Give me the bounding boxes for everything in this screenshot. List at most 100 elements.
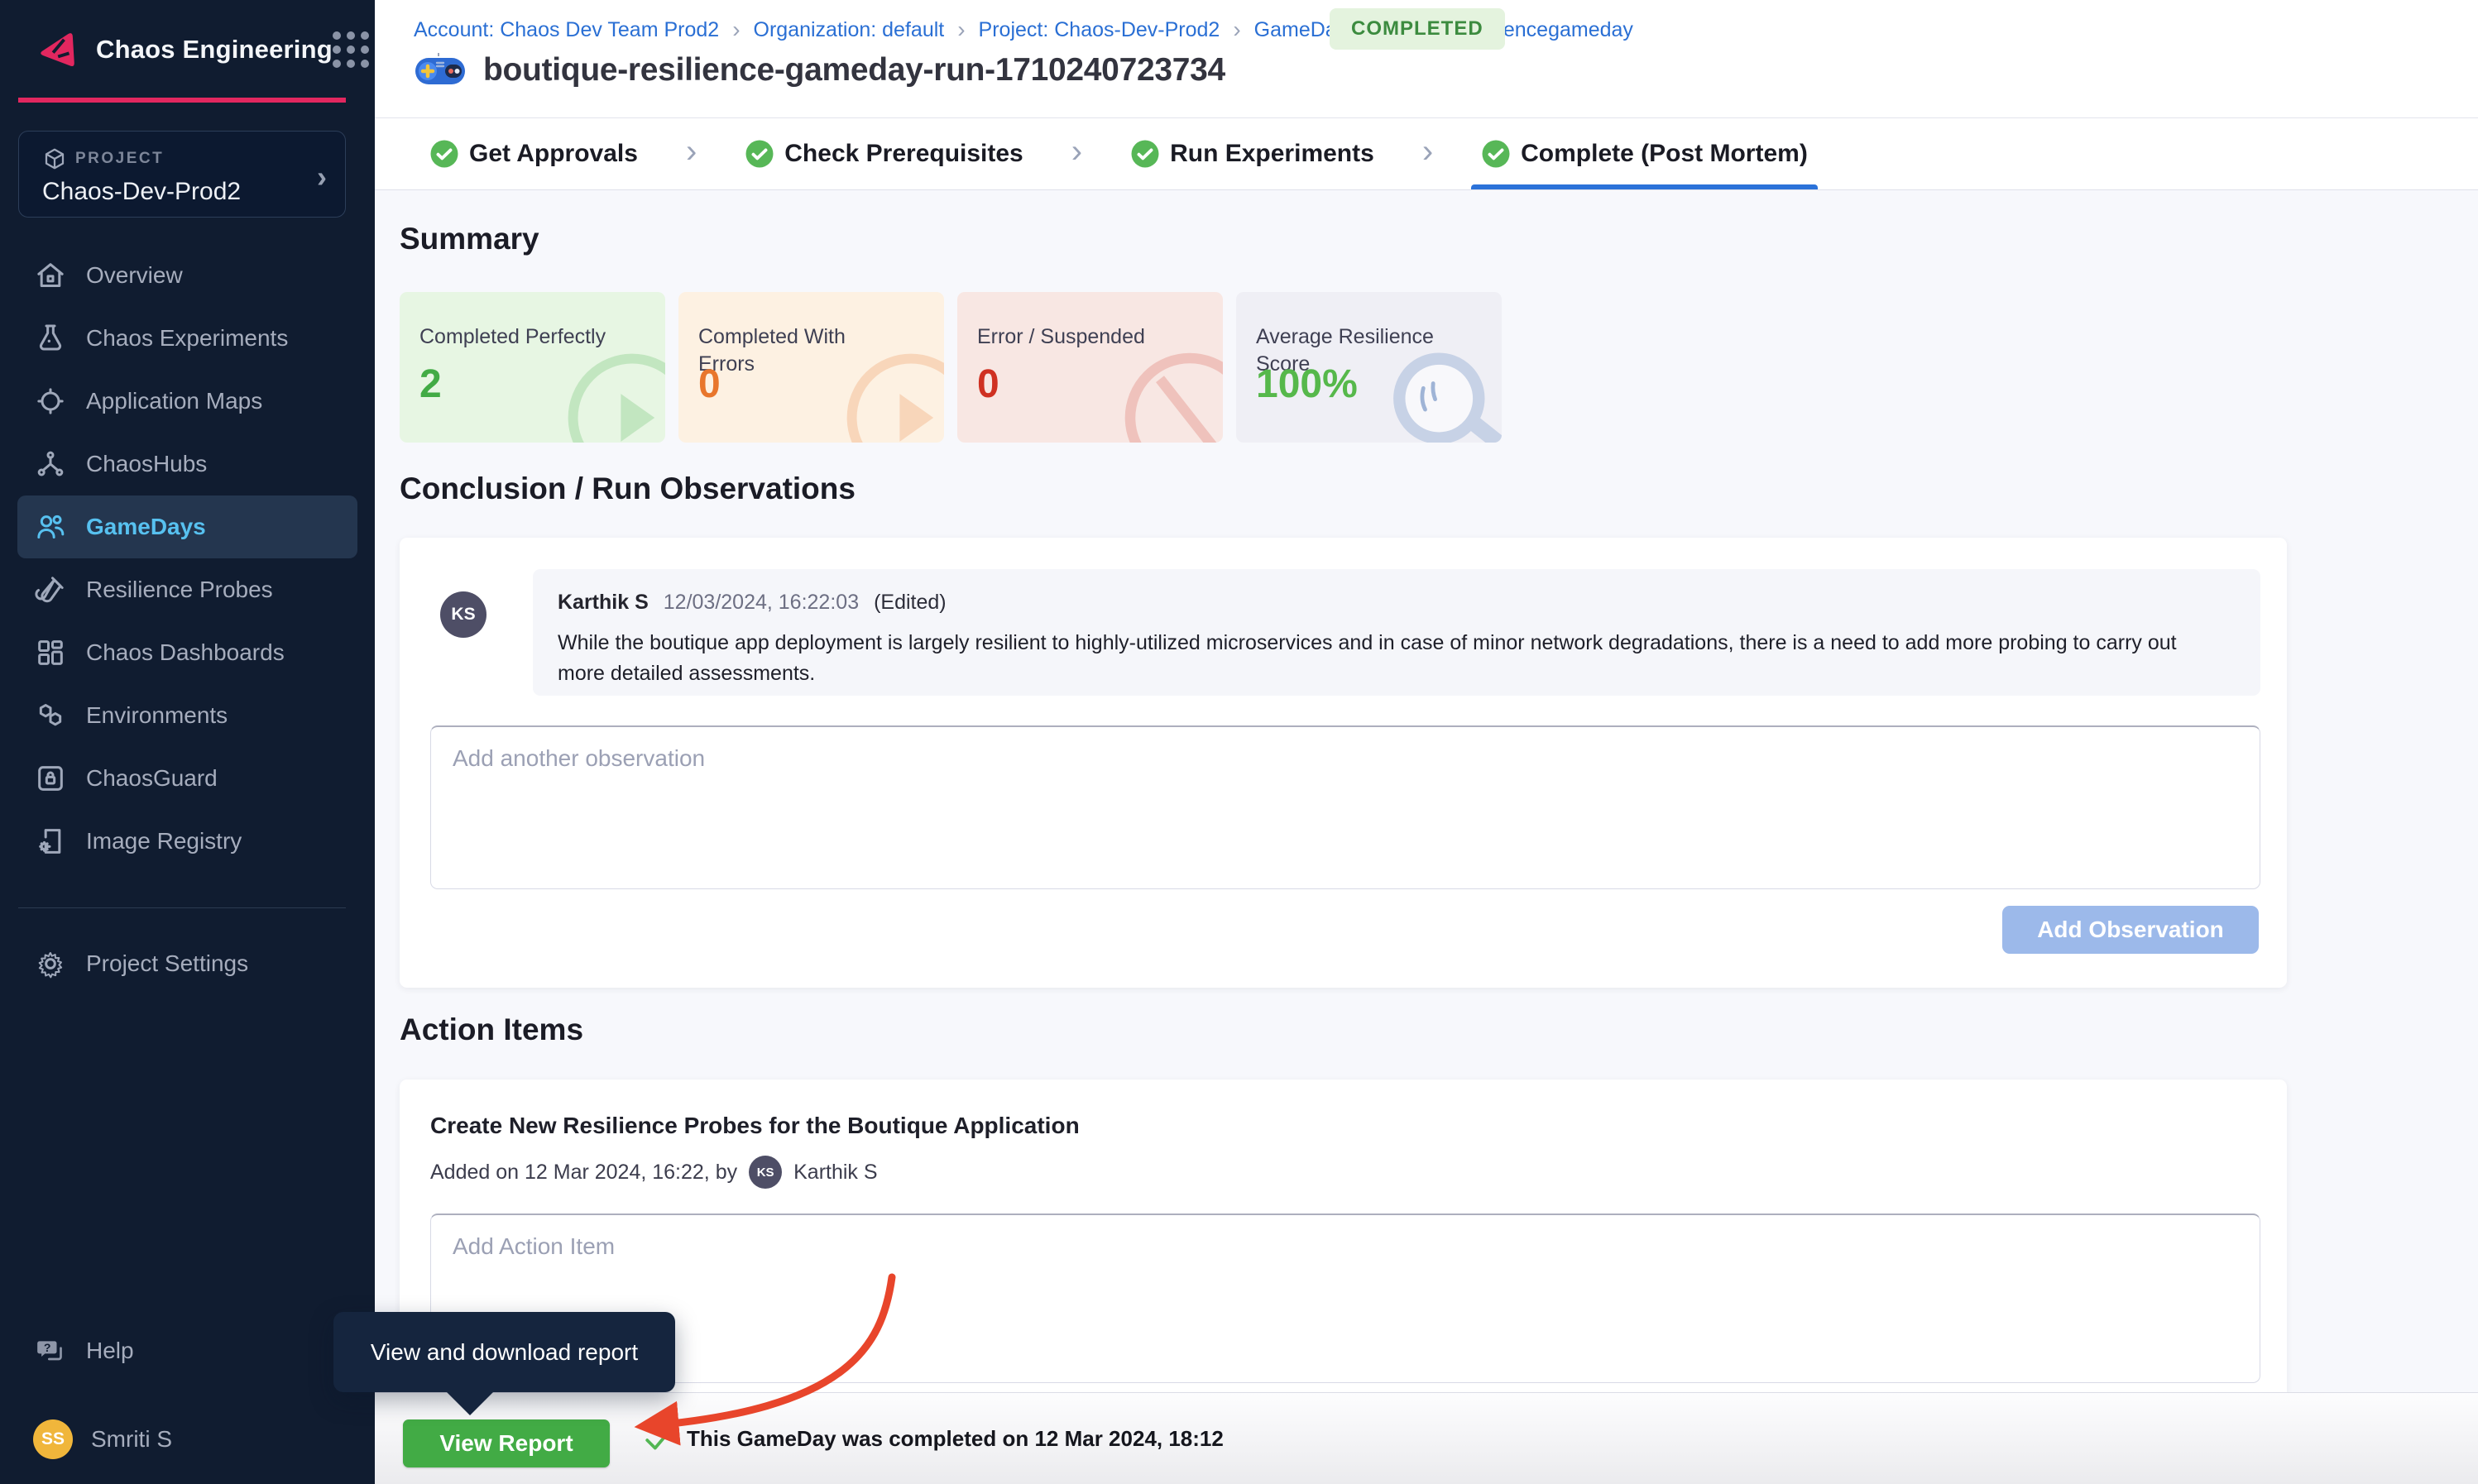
app-switcher-icon[interactable] bbox=[333, 31, 369, 68]
flask-icon bbox=[33, 321, 68, 356]
card-completed-with-errors: Completed With Errors 0 bbox=[678, 292, 944, 443]
chevron-right-icon: › bbox=[686, 133, 697, 175]
svg-text:?: ? bbox=[44, 1342, 51, 1355]
tab-label: Check Prerequisites bbox=[784, 140, 1023, 168]
tab-run-experiments[interactable]: Run Experiments bbox=[1119, 118, 1386, 189]
tab-complete-post-mortem[interactable]: Complete (Post Mortem) bbox=[1469, 118, 1819, 189]
user-avatar: SS bbox=[33, 1419, 73, 1459]
test-tube-icon bbox=[33, 572, 68, 607]
sidebar-item-label: ChaosHubs bbox=[86, 451, 207, 477]
sidebar-item-chaosguard[interactable]: ChaosGuard bbox=[0, 747, 375, 810]
action-item-meta: Added on 12 Mar 2024, 16:22, by KS Karth… bbox=[430, 1156, 878, 1189]
check-icon bbox=[644, 1424, 673, 1454]
sidebar-item-application-maps[interactable]: Application Maps bbox=[0, 370, 375, 433]
card-value: 0 bbox=[698, 361, 721, 407]
footer-bar: View Report This GameDay was completed o… bbox=[375, 1392, 2478, 1484]
people-icon bbox=[33, 510, 68, 544]
card-average-resilience-score: Average Resilience Score 100% bbox=[1236, 292, 1502, 443]
action-items-heading: Action Items bbox=[400, 1012, 583, 1047]
tab-label: Complete (Post Mortem) bbox=[1521, 140, 1808, 168]
sidebar-item-project-settings[interactable]: Project Settings bbox=[0, 932, 375, 995]
sidebar-item-environments[interactable]: Environments bbox=[0, 684, 375, 747]
sidebar-item-chaos-dashboards[interactable]: Chaos Dashboards bbox=[0, 621, 375, 684]
user-name: Smriti S bbox=[91, 1426, 172, 1453]
sidebar-item-chaos-experiments[interactable]: Chaos Experiments bbox=[0, 307, 375, 370]
hexagons-icon bbox=[33, 698, 68, 733]
sidebar-header: Chaos Engineering bbox=[0, 0, 375, 99]
card-value: 0 bbox=[977, 361, 999, 407]
summary-heading: Summary bbox=[400, 222, 539, 256]
tab-check-prerequisites[interactable]: Check Prerequisites bbox=[733, 118, 1034, 189]
network-nodes-icon bbox=[33, 447, 68, 481]
project-selector[interactable]: PROJECT Chaos-Dev-Prod2 › bbox=[18, 131, 346, 218]
breadcrumb-organization-link[interactable]: Organization: default bbox=[754, 18, 945, 42]
action-author-avatar: KS bbox=[749, 1156, 782, 1189]
card-value: 100% bbox=[1256, 361, 1358, 407]
observation-comment: Karthik S 12/03/2024, 16:22:03 (Edited) … bbox=[533, 569, 2260, 696]
sidebar-item-help[interactable]: ? Help bbox=[0, 1319, 375, 1382]
view-report-button[interactable]: View Report bbox=[403, 1419, 610, 1467]
page-title: boutique-resilience-gameday-run-17102407… bbox=[483, 52, 1225, 89]
view-report-tooltip: View and download report bbox=[333, 1312, 675, 1392]
tooltip-caret bbox=[445, 1391, 495, 1415]
breadcrumb-account-link[interactable]: Account: Chaos Dev Team Prod2 bbox=[414, 18, 719, 42]
tab-label: Get Approvals bbox=[469, 140, 638, 168]
sidebar-item-label: Chaos Experiments bbox=[86, 325, 288, 352]
completed-message: This GameDay was completed on 12 Mar 202… bbox=[644, 1393, 1224, 1484]
run-stepper: Get Approvals › Check Prerequisites › Ru… bbox=[375, 118, 2478, 190]
tab-label: Run Experiments bbox=[1170, 140, 1374, 168]
accent-divider bbox=[18, 98, 346, 103]
harness-logo-icon bbox=[33, 26, 81, 74]
status-badge: COMPLETED bbox=[1330, 8, 1505, 50]
breadcrumb-project-link[interactable]: Project: Chaos-Dev-Prod2 bbox=[979, 18, 1220, 42]
help-chat-icon: ? bbox=[33, 1333, 68, 1368]
title-row: boutique-resilience-gameday-run-17102407… bbox=[414, 51, 1225, 89]
sidebar-divider bbox=[18, 907, 346, 908]
comment-author-avatar: KS bbox=[440, 591, 486, 638]
app-title: Chaos Engineering bbox=[96, 35, 333, 65]
card-label: Completed With Errors bbox=[698, 323, 905, 378]
chevron-right-icon: › bbox=[1071, 133, 1082, 175]
completed-message-text: This GameDay was completed on 12 Mar 202… bbox=[687, 1426, 1224, 1452]
add-observation-input[interactable] bbox=[430, 725, 2260, 889]
breadcrumb-separator: › bbox=[732, 17, 740, 43]
sidebar-item-label: Environments bbox=[86, 702, 228, 729]
add-observation-button[interactable]: Add Observation bbox=[2002, 906, 2259, 954]
gear-icon bbox=[33, 946, 68, 981]
play-circle-watermark-icon bbox=[562, 347, 665, 443]
comment-edited-flag: (Edited) bbox=[874, 591, 947, 615]
sidebar-item-image-registry[interactable]: Image Registry bbox=[0, 810, 375, 873]
main-content: Summary Completed Perfectly 2 Completed … bbox=[375, 190, 2478, 1484]
tab-get-approvals[interactable]: Get Approvals bbox=[418, 118, 649, 189]
user-menu[interactable]: SS Smriti S bbox=[0, 1408, 375, 1471]
add-action-item-input[interactable] bbox=[430, 1214, 2260, 1383]
sidebar-item-label: GameDays bbox=[86, 514, 206, 540]
observations-panel: KS Karthik S 12/03/2024, 16:22:03 (Edite… bbox=[400, 538, 2287, 988]
card-value: 2 bbox=[419, 361, 442, 407]
suspended-watermark-icon bbox=[1115, 343, 1223, 443]
check-circle-icon bbox=[745, 139, 774, 169]
sidebar-item-overview[interactable]: Overview bbox=[0, 244, 375, 307]
project-name: Chaos-Dev-Prod2 bbox=[42, 178, 328, 206]
home-icon bbox=[33, 258, 68, 293]
sidebar-item-label: ChaosGuard bbox=[86, 765, 218, 792]
sidebar-item-label: Chaos Dashboards bbox=[86, 639, 285, 666]
sidebar-item-gamedays[interactable]: GameDays bbox=[17, 495, 357, 558]
sidebar-item-label: Image Registry bbox=[86, 828, 242, 854]
sidebar-item-resilience-probes[interactable]: Resilience Probes bbox=[0, 558, 375, 621]
sidebar-item-label: Application Maps bbox=[86, 388, 262, 414]
sidebar-nav: Overview Chaos Experiments Application M… bbox=[0, 244, 375, 873]
sidebar-item-chaoshubs[interactable]: ChaosHubs bbox=[0, 433, 375, 495]
card-completed-perfectly: Completed Perfectly 2 bbox=[400, 292, 665, 443]
sidebar: Chaos Engineering PROJECT Chaos-Dev-Prod… bbox=[0, 0, 375, 1484]
breadcrumb-separator: › bbox=[957, 17, 965, 43]
target-icon bbox=[33, 384, 68, 419]
chevron-right-icon: › bbox=[317, 160, 327, 194]
card-label: Error / Suspended bbox=[977, 323, 1184, 351]
page-header: Account: Chaos Dev Team Prod2 › Organiza… bbox=[375, 0, 2478, 118]
summary-cards: Completed Perfectly 2 Completed With Err… bbox=[400, 292, 1502, 443]
dashboard-icon bbox=[33, 635, 68, 670]
project-label: PROJECT bbox=[75, 150, 164, 168]
gameday-run-page: Chaos Engineering PROJECT Chaos-Dev-Prod… bbox=[0, 0, 2478, 1484]
breadcrumb-separator: › bbox=[1233, 17, 1240, 43]
